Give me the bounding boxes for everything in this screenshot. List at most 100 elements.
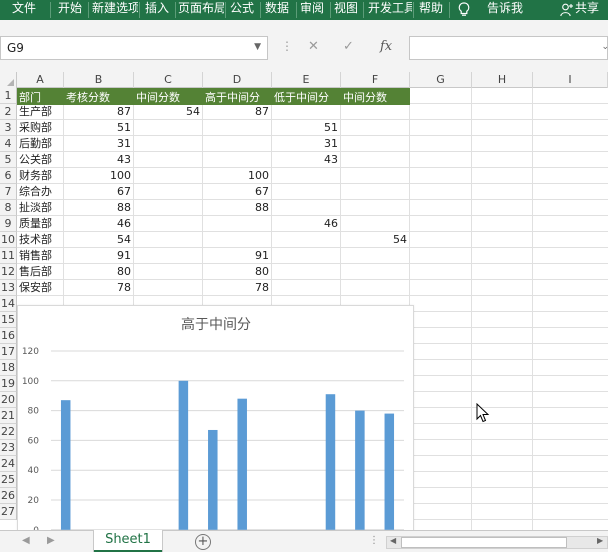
score-cell[interactable] — [341, 152, 410, 168]
score-cell[interactable] — [341, 216, 410, 232]
scrollbar-thumb[interactable] — [401, 537, 567, 548]
score-cell[interactable] — [341, 280, 410, 296]
score-cell[interactable]: 80 — [64, 264, 134, 280]
table-header-cell[interactable]: 中间分数 — [134, 88, 203, 104]
score-cell[interactable]: 51 — [64, 120, 134, 136]
tab-new-options[interactable]: 新建选项 — [92, 0, 138, 20]
column-header-b[interactable]: B — [64, 72, 134, 88]
score-cell[interactable] — [341, 200, 410, 216]
tab-data[interactable]: 数据 — [265, 0, 293, 20]
score-cell[interactable]: 100 — [203, 168, 272, 184]
department-cell[interactable]: 采购部 — [17, 120, 64, 136]
department-cell[interactable]: 生产部 — [17, 104, 64, 120]
score-cell[interactable] — [341, 248, 410, 264]
score-cell[interactable]: 67 — [64, 184, 134, 200]
score-cell[interactable] — [272, 280, 341, 296]
score-cell[interactable] — [272, 104, 341, 120]
table-header-cell[interactable]: 部门 — [17, 88, 64, 104]
scroll-right-icon[interactable]: ▶ — [597, 536, 603, 545]
row-header[interactable]: 2 — [0, 104, 17, 120]
chart-bar[interactable] — [178, 380, 189, 530]
score-cell[interactable] — [134, 168, 203, 184]
score-cell[interactable] — [134, 280, 203, 296]
tab-file[interactable]: 文件 — [12, 0, 46, 20]
score-cell[interactable]: 91 — [203, 248, 272, 264]
score-cell[interactable]: 54 — [341, 232, 410, 248]
row-header[interactable]: 20 — [0, 392, 17, 408]
tab-formulas[interactable]: 公式 — [230, 0, 258, 20]
department-cell[interactable]: 财务部 — [17, 168, 64, 184]
tab-insert[interactable]: 插入 — [145, 0, 173, 20]
score-cell[interactable] — [272, 264, 341, 280]
tab-help[interactable]: 帮助 — [419, 0, 447, 20]
select-all-corner[interactable] — [0, 72, 17, 88]
score-cell[interactable]: 78 — [203, 280, 272, 296]
row-header[interactable]: 22 — [0, 424, 17, 440]
row-header[interactable]: 26 — [0, 488, 17, 504]
row-header[interactable]: 5 — [0, 152, 17, 168]
score-cell[interactable]: 87 — [203, 104, 272, 120]
score-cell[interactable]: 88 — [203, 200, 272, 216]
score-cell[interactable]: 78 — [64, 280, 134, 296]
score-cell[interactable] — [341, 168, 410, 184]
score-cell[interactable]: 80 — [203, 264, 272, 280]
score-cell[interactable]: 51 — [272, 120, 341, 136]
department-cell[interactable]: 技术部 — [17, 232, 64, 248]
score-cell[interactable]: 100 — [64, 168, 134, 184]
score-cell[interactable] — [134, 200, 203, 216]
column-header-h[interactable]: H — [472, 72, 533, 88]
name-box[interactable]: G9 ▼ — [0, 36, 268, 60]
department-cell[interactable]: 保安部 — [17, 280, 64, 296]
score-cell[interactable] — [203, 232, 272, 248]
add-sheet-icon[interactable]: + — [195, 534, 211, 550]
tab-review[interactable]: 审阅 — [300, 0, 328, 20]
table-header-cell[interactable]: 高于中间分 — [203, 88, 272, 104]
scroll-left-icon[interactable]: ◀ — [390, 536, 396, 545]
score-cell[interactable]: 46 — [64, 216, 134, 232]
formula-input[interactable]: ⌄ — [409, 36, 608, 60]
row-header[interactable]: 14 — [0, 296, 17, 312]
score-cell[interactable] — [341, 184, 410, 200]
department-cell[interactable]: 销售部 — [17, 248, 64, 264]
column-header-c[interactable]: C — [134, 72, 203, 88]
department-cell[interactable]: 售后部 — [17, 264, 64, 280]
score-cell[interactable] — [341, 104, 410, 120]
row-header[interactable]: 19 — [0, 376, 17, 392]
tab-developer[interactable]: 开发工具 — [368, 0, 412, 20]
chart-bar[interactable] — [60, 400, 71, 530]
column-header-i[interactable]: I — [533, 72, 608, 88]
column-header-g[interactable]: G — [410, 72, 472, 88]
sheet-tab-sheet1[interactable]: Sheet1 — [94, 530, 162, 552]
score-cell[interactable] — [134, 136, 203, 152]
column-header-d[interactable]: D — [203, 72, 272, 88]
score-cell[interactable]: 87 — [64, 104, 134, 120]
department-cell[interactable]: 综合办 — [17, 184, 64, 200]
department-cell[interactable]: 质量部 — [17, 216, 64, 232]
next-sheet-icon[interactable]: ▶ — [47, 535, 55, 546]
score-cell[interactable]: 31 — [272, 136, 341, 152]
row-header[interactable]: 16 — [0, 328, 17, 344]
column-header-f[interactable]: F — [341, 72, 410, 88]
tab-page-layout[interactable]: 页面布局 — [178, 0, 224, 20]
score-cell[interactable] — [341, 136, 410, 152]
column-header-e[interactable]: E — [272, 72, 341, 88]
score-cell[interactable] — [272, 200, 341, 216]
score-cell[interactable] — [134, 248, 203, 264]
enter-check-icon[interactable]: ✓ — [343, 39, 354, 54]
table-header-cell[interactable]: 考核分数 — [64, 88, 134, 104]
score-cell[interactable] — [203, 216, 272, 232]
chart-bar[interactable] — [237, 398, 247, 530]
prev-sheet-icon[interactable]: ◀ — [22, 535, 30, 546]
table-header-cell[interactable]: 低于中间分 — [272, 88, 341, 104]
score-cell[interactable] — [203, 136, 272, 152]
row-header[interactable]: 13 — [0, 280, 17, 296]
row-header[interactable]: 25 — [0, 472, 17, 488]
cancel-icon[interactable]: ✕ — [308, 39, 319, 54]
share-button[interactable]: 共享 — [575, 0, 608, 20]
row-header[interactable]: 9 — [0, 216, 17, 232]
score-cell[interactable] — [134, 152, 203, 168]
lightbulb-icon[interactable] — [458, 0, 474, 20]
row-header[interactable]: 10 — [0, 232, 17, 248]
row-header[interactable]: 12 — [0, 264, 17, 280]
score-cell[interactable]: 46 — [272, 216, 341, 232]
